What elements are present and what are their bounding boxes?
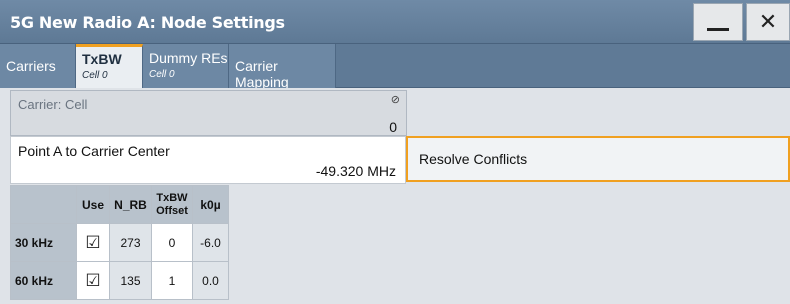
carrier-cell-value: 0 (389, 119, 397, 135)
point-a-field[interactable]: Point A to Carrier Center -49.320 MHz (10, 136, 406, 184)
resolve-conflicts-button[interactable]: Resolve Conflicts (406, 136, 790, 182)
tab-txbw[interactable]: TxBW Cell 0 (76, 44, 143, 88)
table-header-use: Use (76, 185, 110, 224)
point-a-value[interactable]: -49.320 MHz (316, 163, 396, 179)
table-header-k0: k0µ (192, 185, 229, 224)
tab-label: Carrier Mapping (235, 58, 289, 90)
resolve-conflicts-label: Resolve Conflicts (419, 151, 528, 167)
tab-sublabel: Cell 0 (149, 69, 175, 80)
lock-icon: ⊘ (390, 94, 400, 106)
tab-bar: Carriers TxBW Cell 0 Dummy REs Cell 0 Ca… (0, 44, 790, 90)
tab-sublabel: Cell 0 (82, 70, 108, 81)
nrb-value: 135 (109, 261, 152, 300)
close-icon: ✕ (758, 9, 778, 34)
point-a-label: Point A to Carrier Center (18, 143, 170, 159)
scs-table: Use N_RB TxBW Offset k0µ 30 kHz ☑ 273 0 … (10, 185, 229, 300)
tab-label: TxBW (82, 51, 122, 67)
carrier-cell-field: Carrier: Cell ⊘ 0 (10, 90, 407, 136)
table-header-scs (10, 185, 77, 224)
scs-label: 30 kHz (10, 223, 77, 262)
k0-value: 0.0 (192, 261, 229, 300)
table-header-nrb: N_RB (109, 185, 152, 224)
title-bar: 5G New Radio A: Node Settings ✕ (0, 0, 790, 44)
tab-dummy-res[interactable]: Dummy REs Cell 0 (143, 44, 229, 88)
scs-label: 60 kHz (10, 261, 77, 300)
tab-carriers[interactable]: Carriers (0, 44, 76, 88)
tab-label: Dummy REs (149, 50, 228, 66)
window-title: 5G New Radio A: Node Settings (10, 13, 285, 32)
use-checkbox[interactable]: ☑ (76, 261, 110, 300)
table-row: 30 kHz ☑ 273 0 -6.0 (10, 223, 229, 262)
content-area: Carrier: Cell ⊘ 0 Point A to Carrier Cen… (0, 88, 790, 304)
carrier-cell-label: Carrier: Cell (18, 97, 88, 112)
close-button[interactable]: ✕ (746, 3, 790, 41)
table-header-txbw-offset: TxBW Offset (151, 185, 193, 224)
minimize-button[interactable] (693, 3, 743, 41)
offset-value[interactable]: 0 (151, 223, 193, 262)
k0-value: -6.0 (192, 223, 229, 262)
nrb-value: 273 (109, 223, 152, 262)
header-line: Offset (156, 204, 188, 217)
table-header-row: Use N_RB TxBW Offset k0µ (10, 185, 229, 224)
checkbox-checked-icon: ☑ (85, 270, 101, 290)
use-checkbox[interactable]: ☑ (76, 223, 110, 262)
checkbox-checked-icon: ☑ (85, 232, 101, 252)
table-row: 60 kHz ☑ 135 1 0.0 (10, 261, 229, 300)
minimize-icon (707, 27, 729, 31)
header-line: TxBW (156, 191, 188, 204)
tab-carrier-mapping[interactable]: Carrier Mapping (229, 44, 336, 90)
offset-value[interactable]: 1 (151, 261, 193, 300)
tab-label: Carriers (6, 58, 56, 74)
